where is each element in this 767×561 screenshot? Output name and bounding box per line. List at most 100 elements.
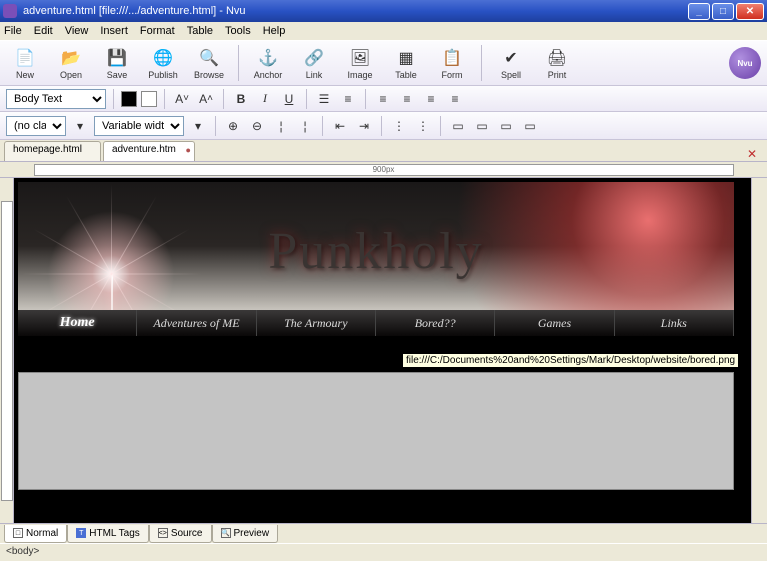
tabs-close-icon[interactable]: ✕ (741, 147, 763, 161)
tab-close-icon[interactable]: ● (185, 145, 190, 155)
layer4-icon[interactable]: ▭ (520, 116, 540, 136)
spell-icon: ✔ (500, 47, 522, 69)
decrease-font-icon[interactable]: A˅ (172, 89, 192, 109)
layer3-icon[interactable]: ▭ (496, 116, 516, 136)
app-icon (3, 4, 17, 18)
dl-icon[interactable]: ⋮ (389, 116, 409, 136)
status-bar: <body> (0, 543, 767, 561)
menu-file[interactable]: File (4, 25, 22, 37)
nav-armoury[interactable]: The Armoury (257, 310, 376, 336)
underline-button[interactable]: U (279, 89, 299, 109)
toolbar-label: Form (442, 70, 463, 80)
open-button[interactable]: 📂Open (52, 43, 90, 83)
class-select[interactable]: (no class) (6, 116, 66, 136)
number-list-icon[interactable]: ≡ (338, 89, 358, 109)
layer-icon[interactable]: ▭ (448, 116, 468, 136)
menu-insert[interactable]: Insert (100, 25, 128, 37)
indent-icon[interactable]: ⇥ (354, 116, 374, 136)
vertical-scrollbar[interactable] (751, 178, 767, 523)
toolbar-label: Spell (501, 70, 521, 80)
width-dropdown-icon[interactable]: ▾ (188, 116, 208, 136)
align-right-icon[interactable]: ≡ (421, 89, 441, 109)
toolbar-separator (481, 45, 482, 81)
anchor-icon: ⚓ (257, 47, 279, 69)
menu-view[interactable]: View (65, 25, 89, 37)
menu-edit[interactable]: Edit (34, 25, 53, 37)
layer2-icon[interactable]: ▭ (472, 116, 492, 136)
toolbar-label: Link (306, 70, 323, 80)
menu-table[interactable]: Table (187, 25, 213, 37)
view-tab-preview[interactable]: 🔍Preview (212, 525, 279, 543)
new-button[interactable]: 📄New (6, 43, 44, 83)
em-button[interactable]: ⊕ (223, 116, 243, 136)
browse-icon: 🔍 (198, 47, 220, 69)
main-toolbar: 📄New📂Open💾Save🌐Publish🔍Browse⚓Anchor🔗Lin… (0, 40, 767, 86)
image-button[interactable]: 🖼Image (341, 43, 379, 83)
toolbar-label: Open (60, 70, 82, 80)
paragraph-select[interactable]: Body Text (6, 89, 106, 109)
italic-button[interactable]: I (255, 89, 275, 109)
format-toolbar-2: (no class) ▾ Variable width ▾ ⊕ ⊖ ¦ ¦ ⇤ … (0, 112, 767, 140)
bullet-list-icon[interactable]: ☰ (314, 89, 334, 109)
table-icon: ▦ (395, 47, 417, 69)
outdent-icon[interactable]: ⇤ (330, 116, 350, 136)
nav-bored[interactable]: Bored?? (376, 310, 495, 336)
toolbar-label: Anchor (254, 70, 283, 80)
text-color-swatch[interactable] (121, 91, 137, 107)
print-icon: 🖨 (546, 47, 568, 69)
table-button[interactable]: ▦Table (387, 43, 425, 83)
menu-tools[interactable]: Tools (225, 25, 251, 37)
view-tab-source[interactable]: <>Source (149, 525, 212, 543)
file-tab-homepage[interactable]: homepage.html (4, 141, 101, 161)
print-button[interactable]: 🖨Print (538, 43, 576, 83)
title-bar: adventure.html [file:///.../adventure.ht… (0, 0, 767, 22)
spell-button[interactable]: ✔Spell (492, 43, 530, 83)
view-tab-normal[interactable]: □Normal (4, 525, 67, 543)
save-icon: 💾 (106, 47, 128, 69)
publish-button[interactable]: 🌐Publish (144, 43, 182, 83)
ruler[interactable]: 900px (34, 164, 734, 176)
width-select[interactable]: Variable width (94, 116, 184, 136)
toolbar-label: Publish (148, 70, 178, 80)
link-icon: 🔗 (303, 47, 325, 69)
close-button[interactable]: ✕ (736, 3, 764, 20)
format-toolbar-1: Body Text A˅ A˄ B I U ☰ ≡ ≡ ≡ ≡ ≡ (0, 86, 767, 112)
form-icon: 📋 (441, 47, 463, 69)
status-path[interactable]: <body> (6, 546, 39, 557)
bg-color-swatch[interactable] (141, 91, 157, 107)
menu-format[interactable]: Format (140, 25, 175, 37)
image-placeholder[interactable] (18, 372, 734, 490)
class-dropdown-icon[interactable]: ▾ (70, 116, 90, 136)
nav-games[interactable]: Games (495, 310, 614, 336)
increase-font-icon[interactable]: A˄ (196, 89, 216, 109)
normal-view-icon: □ (13, 528, 23, 538)
editor-canvas[interactable]: Punkholy Home Adventures of ME The Armou… (14, 178, 751, 523)
dt-icon[interactable]: ⋮ (413, 116, 433, 136)
align-center-icon[interactable]: ≡ (397, 89, 417, 109)
align-left-icon[interactable]: ≡ (373, 89, 393, 109)
vertical-ruler[interactable] (1, 201, 13, 501)
toolbar-label: Browse (194, 70, 224, 80)
file-tab-adventure[interactable]: ●adventure.htm (103, 141, 195, 161)
nav-home[interactable]: Home (18, 310, 137, 336)
toolbar-separator (238, 45, 239, 81)
open-icon: 📂 (60, 47, 82, 69)
align-justify-icon[interactable]: ≡ (445, 89, 465, 109)
sep1-icon[interactable]: ¦ (271, 116, 291, 136)
menu-help[interactable]: Help (263, 25, 286, 37)
view-tab-htmltags[interactable]: THTML Tags (67, 525, 149, 543)
nav-adventures[interactable]: Adventures of ME (137, 310, 256, 336)
bold-button[interactable]: B (231, 89, 251, 109)
maximize-button[interactable]: □ (712, 3, 734, 20)
browse-button[interactable]: 🔍Browse (190, 43, 228, 83)
minimize-button[interactable]: _ (688, 3, 710, 20)
strong-button[interactable]: ⊖ (247, 116, 267, 136)
source-view-icon: <> (158, 528, 168, 538)
view-mode-tabs: □Normal THTML Tags <>Source 🔍Preview (0, 523, 767, 543)
link-button[interactable]: 🔗Link (295, 43, 333, 83)
sep2-icon[interactable]: ¦ (295, 116, 315, 136)
form-button[interactable]: 📋Form (433, 43, 471, 83)
save-button[interactable]: 💾Save (98, 43, 136, 83)
nav-links[interactable]: Links (615, 310, 734, 336)
anchor-button[interactable]: ⚓Anchor (249, 43, 287, 83)
